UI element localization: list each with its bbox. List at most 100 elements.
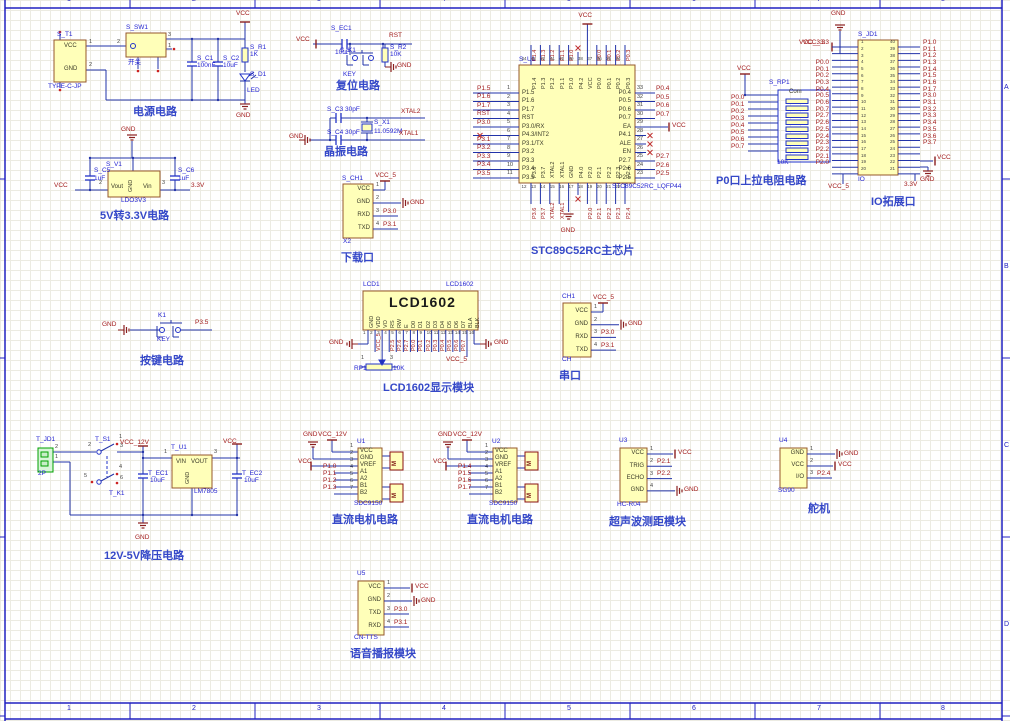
pin-name: VCC: [360, 448, 373, 454]
net-label: P2.4: [625, 207, 632, 219]
led-triangle-icon: [239, 73, 251, 82]
net-label: P3.1: [601, 341, 615, 349]
pin-number: 10: [426, 329, 432, 335]
pin-number: 11: [433, 329, 439, 335]
pin-number: 2: [485, 450, 489, 456]
designator: 2P: [38, 470, 46, 477]
pin-name: Com: [789, 89, 802, 95]
pin-number: 39: [889, 45, 895, 51]
pin-number: 16: [469, 329, 475, 335]
net-label: P3.1: [394, 618, 408, 626]
pin-number: 2: [88, 442, 92, 448]
pin-name: P0.5: [618, 98, 631, 104]
designator: RP1: [354, 365, 367, 372]
pin-number: 15: [461, 329, 467, 335]
net-label: P2.1: [657, 457, 671, 465]
resistor: [785, 147, 809, 153]
net-label: P1.6: [477, 93, 491, 101]
pin-number: 17: [861, 146, 867, 152]
pin-name: RXD: [357, 212, 370, 219]
net-label: P0.5: [656, 93, 670, 101]
pin-name: P2.4: [625, 166, 632, 178]
pin-number: 15: [549, 184, 555, 189]
pin-name: B1: [495, 483, 503, 489]
pin-number: 11: [507, 170, 513, 176]
section-title: 5V转3.3V电路: [100, 210, 170, 222]
motor-symbol: M: [392, 493, 398, 498]
section-title: 下载口: [341, 252, 374, 264]
pin-name: P2.3: [616, 166, 623, 178]
net-label: P1.5: [477, 84, 491, 92]
pin-name: P2.2: [606, 166, 613, 178]
pin-number: 44: [521, 56, 527, 61]
pin-name: GND: [630, 487, 644, 494]
pin-number: 3: [168, 32, 172, 38]
designator: SG90: [778, 487, 795, 494]
pin-name: A1: [360, 469, 368, 475]
resistor: [241, 47, 249, 63]
pin-number: 32: [637, 93, 644, 100]
pin-name: P0.6: [618, 106, 631, 113]
pin-name: P4.3/INT2: [522, 132, 550, 138]
net-label: VCC: [296, 36, 310, 43]
section-title: 12V-5V降压电路: [104, 550, 185, 562]
pin-name: VCC: [64, 43, 77, 49]
designator: IO: [858, 176, 865, 183]
component-body[interactable]: [125, 32, 167, 58]
designator: U1: [357, 438, 366, 445]
pin-number: 35: [606, 56, 612, 61]
pin-number: 8: [507, 144, 511, 151]
pin-number: 2: [650, 458, 654, 465]
pin-name: P1.3: [540, 77, 547, 89]
junction-dot: [141, 513, 145, 517]
pin-number: 18: [861, 152, 867, 158]
pin-number: 3: [810, 470, 814, 476]
net-label: P0.4: [656, 85, 670, 92]
pin-number: 3: [390, 355, 394, 361]
pin-number: 4: [594, 342, 598, 349]
pin-number: 37: [889, 59, 895, 65]
pin-number: 5: [507, 119, 511, 125]
pin-number: 3: [214, 449, 218, 455]
pin-name: P0.4: [618, 89, 631, 96]
designator: K1: [158, 312, 166, 319]
pin-number: 12: [861, 112, 867, 118]
pin-number: 36: [596, 56, 602, 61]
net-label: P3.7: [923, 139, 937, 147]
net-label: VCC: [236, 10, 250, 17]
frame-label: 8: [941, 705, 945, 712]
pin-hotspot: [115, 481, 119, 485]
pin-name: RXD: [368, 623, 381, 630]
pin-hotspot: [156, 69, 160, 73]
net-label: P0.7: [731, 143, 745, 150]
pin-number: 2: [810, 458, 814, 464]
pin-number: 38: [577, 56, 583, 61]
net-label: RST: [477, 110, 490, 118]
pin-name: VCC: [495, 448, 508, 454]
section-title: 复位电路: [336, 80, 380, 92]
designator: S_T1: [57, 31, 73, 38]
junction-dot: [190, 37, 194, 41]
net-label: XTAL2: [550, 202, 557, 219]
net-label: P2.2: [606, 207, 613, 219]
pin-number: 23: [889, 152, 895, 158]
switch-contact-icon: [368, 55, 374, 61]
pin-number: 4: [485, 464, 489, 470]
pin-number: 7: [507, 136, 511, 142]
pin-name: VCC: [631, 450, 644, 457]
net-label: GND: [102, 321, 117, 328]
pin-number: 12: [521, 184, 527, 189]
pin-name: GND: [367, 597, 381, 604]
frame-label: 7: [817, 705, 821, 712]
net-label: GND: [236, 112, 251, 119]
designator: S_CH1: [342, 175, 363, 182]
pin-number: 25: [637, 153, 644, 159]
pin-number: 36: [889, 65, 895, 71]
net-label: GND: [494, 339, 509, 346]
net-label: P2.0: [587, 207, 594, 219]
designator: 30pF: [345, 106, 360, 113]
pin-name: TXD: [369, 610, 381, 617]
net-label: P0.6: [453, 339, 460, 351]
net-label: GND: [920, 176, 935, 183]
pin-name: RS: [390, 320, 397, 328]
